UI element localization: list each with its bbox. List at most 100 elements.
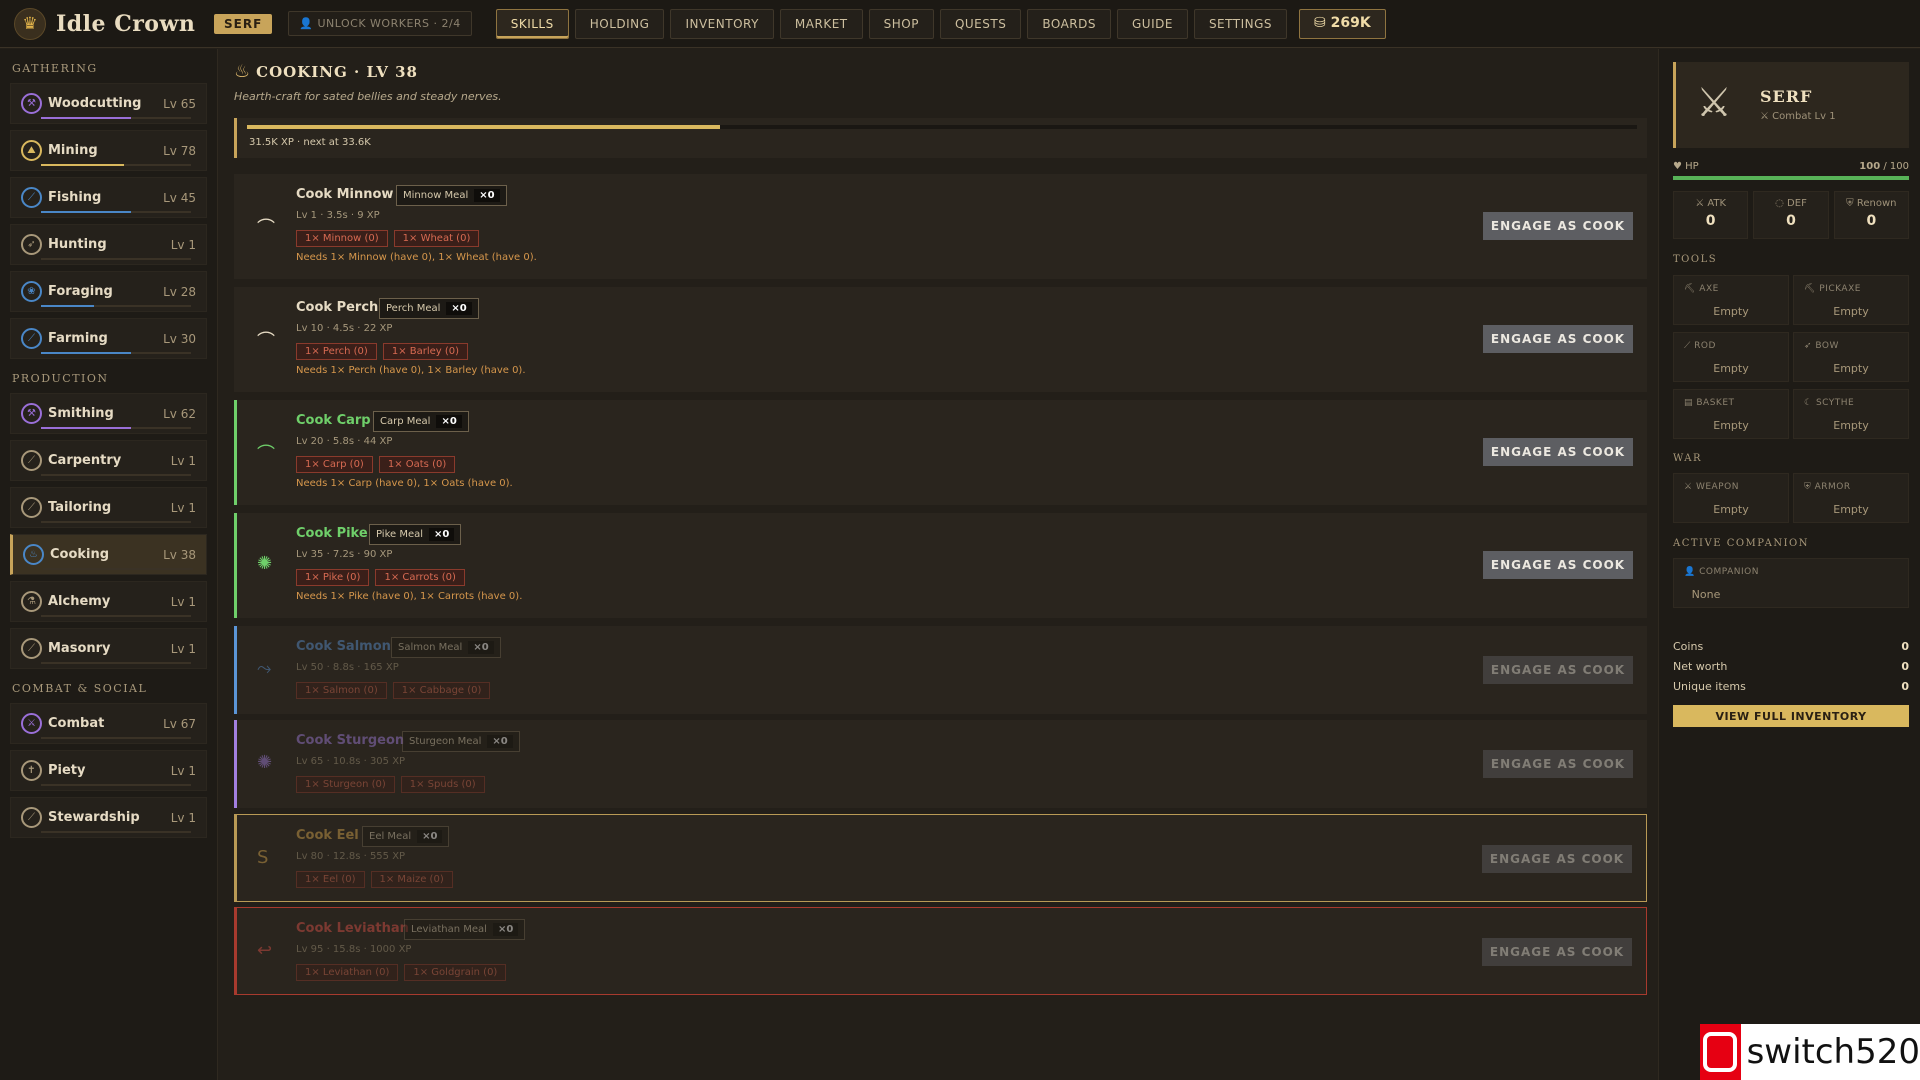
user-icon: 👤 xyxy=(299,17,318,30)
slot-label: ⛨ ARMOR xyxy=(1804,482,1851,492)
sidebar-item-masonry[interactable]: ⟋ Masonry Lv 1 xyxy=(10,628,207,669)
sidebar-item-combat[interactable]: ⚔ Combat Lv 67 xyxy=(10,703,207,744)
ingredient-list: 1× Perch (0) 1× Barley (0) xyxy=(296,343,469,360)
hunting-skill-icon: ➶ xyxy=(21,234,42,255)
tab-settings[interactable]: SETTINGS xyxy=(1193,8,1288,39)
ingredient-chip: 1× Eel (0) xyxy=(296,871,365,888)
skill-progress-bar xyxy=(43,568,193,570)
output-count: ×0 xyxy=(446,302,472,315)
engage-as-cook-button[interactable]: ENGAGE AS COOK xyxy=(1483,551,1633,579)
engage-as-cook-button[interactable]: ENGAGE AS COOK xyxy=(1482,845,1632,873)
engage-as-cook-button[interactable]: ENGAGE AS COOK xyxy=(1483,212,1633,240)
sidebar-item-stewardship[interactable]: ⟋ Stewardship Lv 1 xyxy=(10,797,207,838)
gathering-list: ⚒ Woodcutting Lv 65 ⛰ Mining Lv 78 ⟋ Fishing Lv … xyxy=(10,83,207,359)
sidebar-item-carpentry[interactable]: ⟋ Carpentry Lv 1 xyxy=(10,440,207,481)
tab-skills[interactable]: SKILLS xyxy=(495,8,569,39)
sidebar-item-tailoring[interactable]: ⟋ Tailoring Lv 1 xyxy=(10,487,207,528)
sidebar-item-alchemy[interactable]: ⚗ Alchemy Lv 1 xyxy=(10,581,207,622)
tab-boards[interactable]: BOARDS xyxy=(1027,8,1111,39)
app-name: Idle Crown xyxy=(56,10,196,37)
tab-shop[interactable]: SHOP xyxy=(868,8,934,39)
slot-axe[interactable]: ⛏ AXE Empty xyxy=(1673,275,1789,325)
slot-rod[interactable]: ⟋ ROD Empty xyxy=(1673,332,1789,382)
output-label: Minnow Meal xyxy=(403,190,469,201)
skill-progress-bar xyxy=(41,164,191,166)
engage-as-cook-button[interactable]: ENGAGE AS COOK xyxy=(1483,656,1633,684)
engage-as-cook-button[interactable]: ENGAGE AS COOK xyxy=(1483,750,1633,778)
output-label: Salmon Meal xyxy=(398,642,463,653)
sidebar-item-level: Lv 62 xyxy=(163,406,196,421)
sidebar-item-farming[interactable]: ⟋ Farming Lv 30 xyxy=(10,318,207,359)
sidebar-item-label: Foraging xyxy=(48,284,113,299)
alchemy-skill-icon: ⚗ xyxy=(21,591,42,612)
recipe-meta: Lv 50 · 8.8s · 165 XP xyxy=(296,662,399,673)
skill-subtitle: Hearth-craft for sated bellies and stead… xyxy=(234,90,502,103)
tab-guide[interactable]: GUIDE xyxy=(1116,8,1188,39)
sidebar-item-level: Lv 45 xyxy=(163,190,196,205)
skill-progress-bar xyxy=(41,662,191,664)
view-full-inventory-button[interactable]: VIEW FULL INVENTORY xyxy=(1673,705,1909,727)
sidebar-item-level: Lv 78 xyxy=(163,143,196,158)
sidebar-item-label: Farming xyxy=(48,331,108,346)
slot-armor[interactable]: ⛨ ARMOR Empty xyxy=(1793,473,1909,523)
output-count: ×0 xyxy=(468,641,494,654)
tab-holding[interactable]: HOLDING xyxy=(574,8,665,39)
section-heading-combat: COMBAT & SOCIAL xyxy=(12,682,148,695)
stat-def: ◌ DEF 0 xyxy=(1753,191,1829,239)
sidebar-item-label: Stewardship xyxy=(48,810,140,825)
sidebar-item-piety[interactable]: ✝ Piety Lv 1 xyxy=(10,750,207,791)
coin-icon: ⛁ xyxy=(1314,14,1331,31)
slot-companion[interactable]: 👤 COMPANION None xyxy=(1673,558,1909,608)
recipe-card: ⌒ Cook Carp Carp Meal ×0 Lv 20 · 5.8s · 44 X… xyxy=(234,400,1647,505)
output-label: Eel Meal xyxy=(369,831,412,842)
output-count: ×0 xyxy=(487,735,513,748)
sidebar-item-cooking[interactable]: ♨ Cooking Lv 38 xyxy=(10,534,207,575)
slot-weapon[interactable]: ⚔ WEAPON Empty xyxy=(1673,473,1789,523)
output-label: Pike Meal xyxy=(376,529,424,540)
masonry-skill-icon: ⟋ xyxy=(21,638,42,659)
ingredient-list: 1× Leviathan (0) 1× Goldgrain (0) xyxy=(296,964,507,981)
sidebar-item-woodcutting[interactable]: ⚒ Woodcutting Lv 65 xyxy=(10,83,207,124)
engage-as-cook-button[interactable]: ENGAGE AS COOK xyxy=(1483,438,1633,466)
tab-market[interactable]: MARKET xyxy=(779,8,863,39)
sidebar-item-foraging[interactable]: ❀ Foraging Lv 28 xyxy=(10,271,207,312)
sidebar-item-fishing[interactable]: ⟋ Fishing Lv 45 xyxy=(10,177,207,218)
unlock-workers-button[interactable]: 👤 UNLOCK WORKERS · 2/4 xyxy=(288,11,472,36)
recipe-icon: ↩ xyxy=(257,940,273,961)
slot-pickaxe[interactable]: ⛏ PICKAXE Empty xyxy=(1793,275,1909,325)
skill-progress-fill xyxy=(41,427,131,429)
output-count: ×0 xyxy=(436,415,462,428)
sidebar-item-label: Piety xyxy=(48,763,86,778)
slot-bow[interactable]: ➶ BOW Empty xyxy=(1793,332,1909,382)
sidebar-item-hunting[interactable]: ➶ Hunting Lv 1 xyxy=(10,224,207,265)
ingredient-list: 1× Eel (0) 1× Maize (0) xyxy=(296,871,453,888)
sidebar-item-level: Lv 38 xyxy=(163,547,196,562)
ingredient-list: 1× Minnow (0) 1× Wheat (0) xyxy=(296,230,480,247)
recipe-meta: Lv 80 · 12.8s · 555 XP xyxy=(296,851,406,862)
ingredient-chip: 1× Leviathan (0) xyxy=(296,964,399,981)
cooking-pot-icon: ♨ xyxy=(234,61,251,82)
ingredient-chip: 1× Barley (0) xyxy=(382,343,469,360)
engage-as-cook-button[interactable]: ENGAGE AS COOK xyxy=(1483,325,1633,353)
slot-basket[interactable]: ▤ BASKET Empty xyxy=(1673,389,1789,439)
tab-quests[interactable]: QUESTS xyxy=(939,8,1022,39)
engage-as-cook-button[interactable]: ENGAGE AS COOK xyxy=(1482,938,1632,966)
rank-badge: SERF xyxy=(214,13,273,34)
coins-pill[interactable]: ⛁ 269K xyxy=(1299,8,1386,39)
sidebar-item-smithing[interactable]: ⚒ Smithing Lv 62 xyxy=(10,393,207,434)
skill-progress-fill xyxy=(41,305,94,307)
sidebar-item-mining[interactable]: ⛰ Mining Lv 78 xyxy=(10,130,207,171)
output-label: Sturgeon Meal xyxy=(409,736,482,747)
skill-progress-fill xyxy=(41,117,131,119)
sidebar-item-level: Lv 1 xyxy=(170,641,196,656)
skill-progress-bar xyxy=(41,352,191,354)
combat-list: ⚔ Combat Lv 67 ✝ Piety Lv 1 ⟋ Stewardship Lv 1 xyxy=(10,703,207,838)
character-panel: ⚔ SERF ⚔ Combat Lv 1 ♥ HP 100 / 100 ⚔ AT… xyxy=(1658,49,1920,1080)
ingredient-chip: 1× Sturgeon (0) xyxy=(296,776,395,793)
skill-main: ♨ COOKING · LV 38 Hearth-craft for sated… xyxy=(232,49,1647,1080)
output-count: ×0 xyxy=(417,830,443,843)
slot-scythe[interactable]: ☾ SCYTHE Empty xyxy=(1793,389,1909,439)
slot-value: Empty xyxy=(1713,503,1749,516)
skill-progress-bar xyxy=(41,737,191,739)
tab-inventory[interactable]: INVENTORY xyxy=(670,8,774,39)
